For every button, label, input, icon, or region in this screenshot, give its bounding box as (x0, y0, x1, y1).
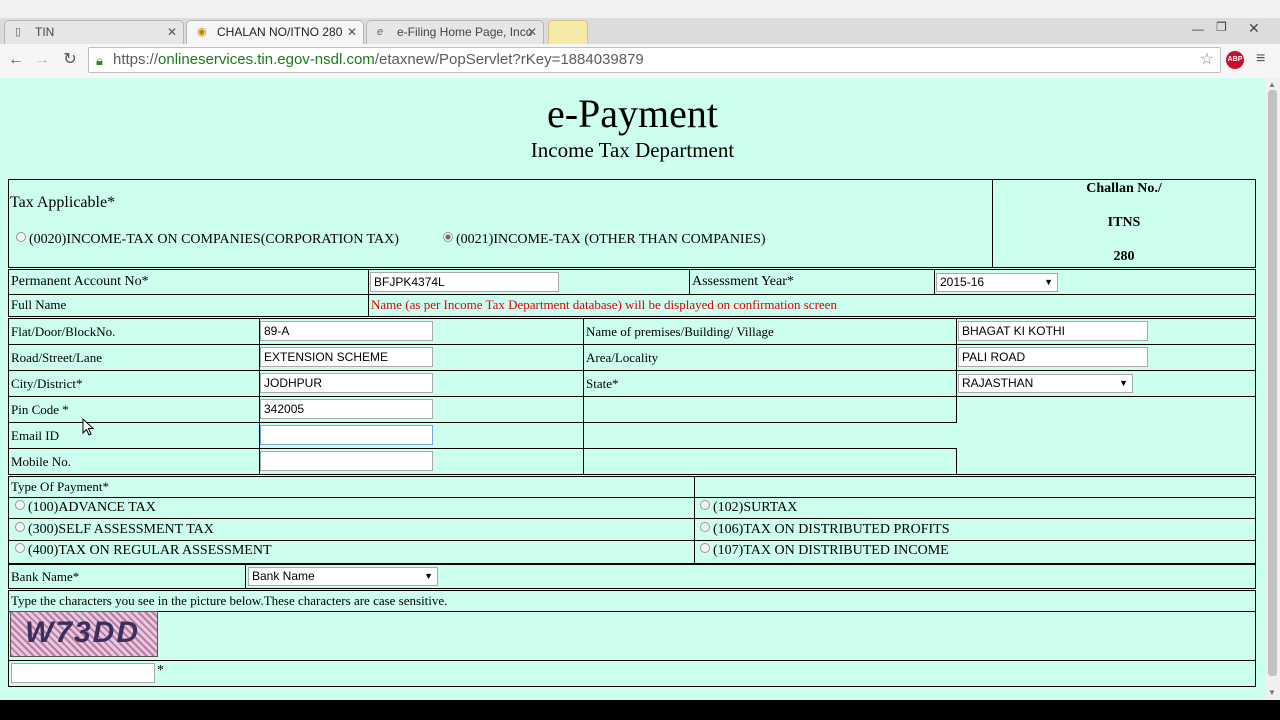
fullname-note: Name (as per Income Tax Department datab… (368, 294, 1256, 317)
tax-option-0020[interactable]: (0020)INCOME-TAX ON COMPANIES(CORPORATIO… (16, 232, 399, 248)
captcha-instruction: Type the characters you see in the pictu… (8, 590, 1256, 612)
captcha-image-row (8, 611, 1256, 661)
payment-label: Type Of Payment* (8, 476, 695, 498)
challan-label: Challan No./ (1086, 181, 1162, 196)
page-icon: ▯ (15, 26, 22, 38)
payment-option-300[interactable]: (300)SELF ASSESSMENT TAX (15, 522, 214, 538)
scrollbar-thumb[interactable] (1268, 90, 1277, 676)
tax-option-0021[interactable]: (0021)INCOME-TAX (OTHER THAN COMPANIES) (443, 232, 766, 248)
radio-0021[interactable] (443, 232, 453, 242)
browser-chrome: ▯ TIN ✕ ◉ CHALAN NO/ITNO 280 ✕ e e-Filin… (0, 0, 1280, 79)
area-label: Area/Locality (583, 344, 957, 371)
forward-icon[interactable]: → (32, 50, 52, 70)
ie-icon: e (377, 26, 384, 38)
scroll-down-icon[interactable]: ▼ (1268, 688, 1276, 697)
radio-0020[interactable] (16, 232, 26, 242)
adblock-icon[interactable]: ABP (1226, 51, 1244, 69)
empty-cell (583, 448, 957, 475)
page-content: e-Payment Income Tax Department Tax Appl… (0, 78, 1265, 700)
new-tab-button[interactable] (548, 20, 588, 44)
tab-chalan[interactable]: ◉ CHALAN NO/ITNO 280 ✕ (186, 20, 364, 44)
flat-label: Flat/Door/BlockNo. (8, 318, 260, 345)
address-bar[interactable]: 🔒︎ https://onlineservices.tin.egov-nsdl.… (88, 47, 1221, 73)
dropdown-arrow-icon: ▼ (1044, 277, 1053, 287)
radio-106[interactable] (700, 522, 710, 532)
state-select[interactable]: RAJASTHAN ▼ (958, 374, 1133, 393)
fullname-label: Full Name (8, 294, 369, 317)
email-input[interactable] (260, 425, 433, 445)
bank-label: Bank Name* (8, 564, 246, 589)
required-mark: * (157, 663, 164, 678)
minimize-icon[interactable]: — (1192, 22, 1204, 36)
close-icon[interactable]: ✕ (167, 25, 177, 39)
mobile-input[interactable] (260, 451, 433, 471)
radio-107[interactable] (700, 543, 710, 553)
page-subtitle: Income Tax Department (530, 138, 735, 162)
payment-option-106[interactable]: (106)TAX ON DISTRIBUTED PROFITS (700, 522, 950, 538)
bookmark-star-icon[interactable]: ☆ (1200, 48, 1214, 72)
dropdown-arrow-icon: ▼ (424, 571, 433, 581)
window-close-icon[interactable]: ✕ (1248, 20, 1260, 37)
tab-tin[interactable]: ▯ TIN ✕ (4, 20, 184, 44)
road-label: Road/Street/Lane (8, 344, 260, 371)
close-icon[interactable]: ✕ (527, 25, 537, 39)
email-label: Email ID (8, 422, 260, 449)
city-input[interactable]: JODHPUR (260, 373, 433, 393)
toolbar: ← → ↻ 🔒︎ https://onlineservices.tin.egov… (0, 44, 1280, 79)
reload-icon[interactable]: ↻ (60, 50, 80, 70)
mouse-cursor-icon (82, 418, 94, 436)
premises-label: Name of premises/Building/ Village (583, 318, 957, 345)
city-label: City/District* (8, 370, 260, 397)
dropdown-arrow-icon: ▼ (1119, 378, 1128, 388)
payment-option-400[interactable]: (400)TAX ON REGULAR ASSESSMENT (15, 543, 272, 559)
restore-icon[interactable]: ❐ (1216, 20, 1227, 34)
radio-300[interactable] (15, 522, 25, 532)
scroll-up-icon[interactable]: ▲ (1268, 80, 1276, 89)
payment-option-107[interactable]: (107)TAX ON DISTRIBUTED INCOME (700, 543, 949, 559)
itns-number: 280 (1113, 249, 1135, 264)
vertical-scrollbar[interactable]: ▲ ▼ (1265, 78, 1280, 700)
road-input[interactable]: EXTENSION SCHEME (260, 347, 433, 367)
pin-label: Pin Code * (8, 396, 260, 423)
radio-102[interactable] (700, 500, 710, 510)
flat-input[interactable]: 89-A (260, 321, 433, 341)
itns-label: ITNS (1107, 215, 1141, 230)
pan-label: Permanent Account No* (8, 269, 369, 295)
tab-strip: ▯ TIN ✕ ◉ CHALAN NO/ITNO 280 ✕ e e-Filin… (0, 18, 1280, 44)
mobile-label: Mobile No. (8, 448, 260, 475)
assessment-year-select[interactable]: 2015-16 ▼ (936, 273, 1058, 292)
tax-applicable-label: Tax Applicable* (10, 194, 116, 211)
pin-input[interactable]: 342005 (260, 399, 433, 419)
ay-label: Assessment Year* (689, 269, 935, 295)
pan-input[interactable]: BFJPK4374L (370, 272, 559, 292)
lock-icon: 🔒︎ (96, 53, 103, 68)
menu-icon[interactable]: ≡ (1256, 50, 1265, 68)
tab-efiling[interactable]: e e-Filing Home Page, Inco ✕ (366, 20, 544, 44)
payment-option-102[interactable]: (102)SURTAX (700, 500, 797, 516)
empty-cell (583, 396, 957, 423)
captcha-input[interactable] (11, 663, 155, 683)
tax-applicable-section (8, 179, 993, 268)
payment-option-100[interactable]: (100)ADVANCE TAX (15, 500, 156, 516)
area-input[interactable]: PALI ROAD (958, 347, 1148, 367)
radio-400[interactable] (15, 543, 25, 553)
back-icon[interactable]: ← (6, 50, 26, 70)
page-title: e-Payment (546, 91, 719, 136)
favicon-icon: ◉ (197, 26, 207, 38)
bank-select[interactable]: Bank Name ▼ (248, 567, 438, 586)
premises-input[interactable]: BHAGAT KI KOTHI (958, 321, 1148, 341)
captcha-image: W73DD (10, 611, 158, 657)
close-icon[interactable]: ✕ (347, 25, 357, 39)
state-label: State* (583, 370, 957, 397)
radio-100[interactable] (15, 500, 25, 510)
